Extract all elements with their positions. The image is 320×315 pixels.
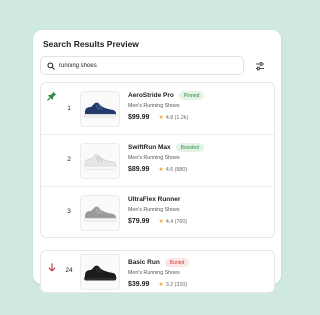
star-icon: ★ [158,167,164,173]
rating-value: 4.8 [165,114,174,121]
top-results-group: 1 AeroStride Pro Pinned Men's Running Sh… [40,82,275,238]
product-price: $99.99 [128,114,150,121]
shoe-image [84,265,117,281]
product-category: Men's Running Shoes [128,207,180,213]
star-icon: ★ [158,115,164,121]
search-preview-panel: Search Results Preview running shoes 1 A… [33,30,281,293]
sliders-icon [256,61,264,70]
product-price: $89.99 [128,166,150,173]
review-count: (1.2k) [174,114,189,121]
product-rating: ★ 4.6 (980) [158,166,188,174]
rating-value: 4.4 [165,218,174,225]
rating-value: 3.2 [165,281,174,288]
star-icon: ★ [158,282,164,288]
review-count: (980) [174,166,188,173]
pinned-badge: Pinned [178,91,205,100]
product-name[interactable]: SwiftRun Max [128,144,171,151]
boosted-badge: Boosted [175,143,204,152]
results-list: 1 AeroStride Pro Pinned Men's Running Sh… [40,82,275,293]
search-icon [47,61,55,70]
result-info: AeroStride Pro Pinned Men's Running Shoe… [128,90,205,122]
buried-results-group: 24 Basic Run Buried Men's Running Shoes [40,250,275,293]
product-name[interactable]: AeroStride Pro [128,92,174,99]
product-thumbnail[interactable] [80,254,120,290]
product-price: $39.99 [128,281,150,288]
product-category: Men's Running Shoes [128,270,180,276]
product-thumbnail[interactable] [80,143,120,179]
shoe-image [84,154,117,170]
result-info: SwiftRun Max Boosted Men's Running Shoes… [128,142,204,173]
panel-title: Search Results Preview [43,39,139,49]
product-name[interactable]: UltraFlex Runner [128,196,180,203]
result-row[interactable]: 24 Basic Run Buried Men's Running Shoes [41,251,274,294]
result-row[interactable]: 3 UltraFlex Runner Men's Running Shoes $… [41,187,274,239]
shoe-image [84,206,117,222]
filter-button[interactable] [251,57,269,75]
review-count: (760) [174,218,188,225]
product-name[interactable]: Basic Run [128,259,160,266]
result-rank: 24 [65,267,73,274]
shoe-image [84,102,117,118]
buried-badge: Buried [164,258,190,267]
result-info: UltraFlex Runner Men's Running Shoes $79… [128,194,187,225]
product-rating: ★ 4.8 (1.2k) [158,114,189,122]
result-rank: 2 [67,156,71,163]
product-category: Men's Running Shoes [128,103,180,109]
review-count: (320) [174,281,188,288]
result-row[interactable]: 1 AeroStride Pro Pinned Men's Running Sh… [41,83,274,135]
product-rating: ★ 3.2 (320) [158,281,188,289]
result-info: Basic Run Buried Men's Running Shoes $39… [128,257,190,289]
star-icon: ★ [158,219,164,225]
arrow-down-icon[interactable] [45,260,59,274]
product-price: $79.99 [128,218,150,225]
pin-icon[interactable] [45,89,59,103]
product-thumbnail[interactable] [80,195,120,231]
search-input[interactable] [59,59,229,72]
result-rank: 3 [67,208,71,215]
result-rank: 1 [67,105,71,112]
rating-value: 4.6 [165,166,174,173]
search-bar[interactable] [40,56,244,75]
product-thumbnail[interactable] [80,91,120,127]
result-row[interactable]: 2 SwiftRun Max Boosted Men's Running Sho… [41,135,274,187]
product-rating: ★ 4.4 (760) [158,218,188,226]
product-category: Men's Running Shoes [128,155,180,161]
